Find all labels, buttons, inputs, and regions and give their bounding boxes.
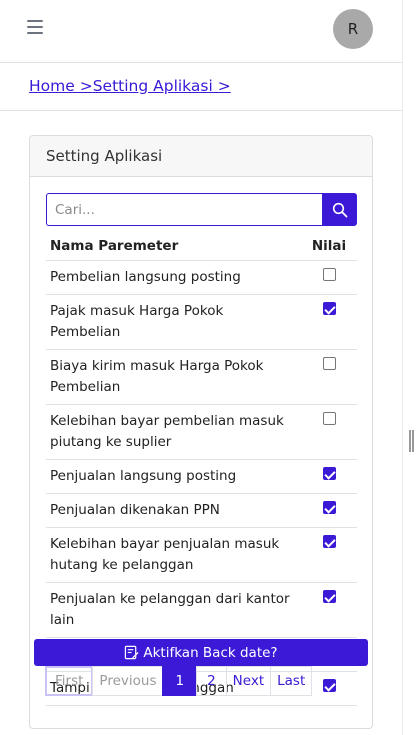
parameter-name: Pajak masuk Harga Pokok Pembelian — [46, 294, 301, 350]
user-avatar[interactable]: R — [333, 9, 373, 49]
parameter-value-cell — [301, 493, 357, 528]
pagination: First Previous 1 2 Next Last — [45, 666, 313, 696]
parameter-value-cell — [301, 349, 357, 405]
parameter-name: Penjualan ke pelanggan dari kantor lain — [46, 582, 301, 638]
top-navbar: R — [0, 0, 402, 63]
parameter-value-cell — [301, 294, 357, 350]
breadcrumb-home-link[interactable]: Home > — [29, 77, 93, 95]
parameter-value-cell — [301, 459, 357, 494]
parameter-checkbox[interactable] — [322, 268, 336, 281]
parameter-name: Pembelian langsung posting — [46, 260, 301, 295]
pagination-page-1[interactable]: 1 — [162, 666, 198, 696]
breadcrumb-bar: Home >Setting Aplikasi > — [0, 63, 402, 111]
parameter-value-cell — [301, 582, 357, 638]
parameter-checkbox[interactable] — [322, 357, 336, 370]
table-row: Biaya kirim masuk Harga Pokok Pembelian — [46, 349, 357, 405]
edit-note-icon — [125, 645, 139, 660]
parameter-checkbox[interactable] — [322, 467, 336, 480]
parameter-value-cell — [301, 260, 357, 295]
parameter-name: Penjualan dikenakan PPN — [46, 493, 301, 528]
card-title: Setting Aplikasi — [30, 136, 372, 177]
table-row: Pembelian langsung posting — [46, 260, 357, 295]
pagination-page-2[interactable]: 2 — [196, 666, 227, 696]
search-icon — [332, 202, 347, 217]
column-header-name: Nama Paremeter — [46, 232, 301, 261]
breadcrumb: Home >Setting Aplikasi > — [29, 77, 231, 95]
backdate-button[interactable]: Aktifkan Back date? — [34, 639, 368, 666]
parameter-name: Penjualan langsung posting — [46, 459, 301, 494]
search-input[interactable] — [46, 193, 322, 226]
table-row: Penjualan langsung posting — [46, 459, 357, 494]
search-button[interactable] — [322, 193, 357, 226]
pagination-last[interactable]: Last — [270, 666, 313, 696]
hamburger-menu-icon[interactable] — [27, 20, 43, 36]
pagination-next[interactable]: Next — [225, 666, 272, 696]
parameter-checkbox[interactable] — [322, 302, 336, 315]
search-bar — [46, 193, 357, 226]
parameter-value-cell — [301, 404, 357, 460]
parameter-checkbox[interactable] — [322, 679, 336, 692]
table-row: Penjualan ke pelanggan dari kantor lain — [46, 582, 357, 638]
parameter-checkbox[interactable] — [322, 501, 336, 514]
parameter-value-cell — [301, 527, 357, 583]
settings-table: Nama Paremeter Nilai Pembelian langsung … — [46, 232, 357, 706]
parameter-name: Biaya kirim masuk Harga Pokok Pembelian — [46, 349, 301, 405]
breadcrumb-current-link[interactable]: Setting Aplikasi > — [93, 77, 231, 95]
pagination-previous[interactable]: Previous — [92, 666, 164, 696]
backdate-label: Aktifkan Back date? — [143, 644, 278, 661]
parameter-checkbox[interactable] — [322, 412, 336, 425]
table-row: Kelebihan bayar pembelian masuk piutang … — [46, 404, 357, 460]
table-header-row: Nama Paremeter Nilai — [46, 232, 357, 261]
parameter-name: Kelebihan bayar penjualan masuk hutang k… — [46, 527, 301, 583]
parameter-checkbox[interactable] — [322, 535, 336, 548]
resize-handle[interactable] — [409, 430, 414, 452]
parameter-checkbox[interactable] — [322, 590, 336, 603]
table-row: Kelebihan bayar penjualan masuk hutang k… — [46, 527, 357, 583]
parameter-name: Kelebihan bayar pembelian masuk piutang … — [46, 404, 301, 460]
window-scrollbar-track — [402, 0, 418, 735]
table-row: Pajak masuk Harga Pokok Pembelian — [46, 294, 357, 350]
table-row: Penjualan dikenakan PPN — [46, 493, 357, 528]
column-header-value: Nilai — [301, 232, 357, 261]
pagination-first[interactable]: First — [45, 666, 94, 696]
